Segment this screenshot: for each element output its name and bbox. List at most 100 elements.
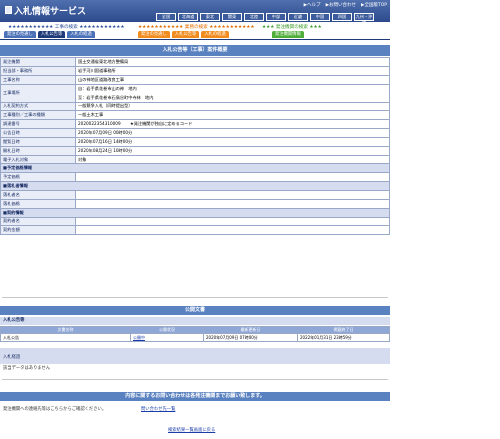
tab-construction-progress[interactable]: 入札の経過 [67,31,95,38]
section-header-contract: ■契約情報 [0,207,390,218]
table-row: 調達番号 2020022354310009 ★発注機関が独自に定めるコード [0,119,390,130]
document-status-cell: 公開中 [130,333,204,342]
field-label: 契約金額 [0,225,76,236]
field-value: 2020年07月09日 00時00分 [75,128,390,138]
tab-orderer-info[interactable]: 発注機関情報 [272,31,304,38]
table-row: 公告日時 2020年07月09日 00時00分 [0,128,390,138]
field-value: 一般競争入札（同時提出型） [75,101,390,112]
construction-tabs: 発注の見通し 入札公告等 入札の経過 [4,31,95,38]
tab-service-notices[interactable]: 入札公告等 [171,31,200,38]
table-row: 担当部・事務所 岩手河川国道事務所 [0,65,390,76]
field-value [75,225,390,236]
divider [2,379,388,380]
region-national[interactable]: 全国 [156,13,176,21]
back-to-results-link[interactable]: 検索結果一覧画面に戻る [168,427,215,433]
table-row: 電子入札対象 対象 [0,154,390,165]
field-value: 自：岩手県花巻市山の神 地内 至：岩手県花巻市石鳥谷町中寺林 地内 [75,83,390,103]
field-value: 山の神地区道路改良工事 [75,74,390,85]
contact-title: 内容に関するお問い合わせは各発注機関までお願い致します。 [0,392,390,401]
history-box [0,348,390,364]
tab-construction-outlook[interactable]: 発注の見通し [4,31,36,38]
region-hokkaido[interactable]: 北海道 [178,13,198,21]
field-label: 入札契約方式 [0,101,76,112]
field-value: 対象 [75,154,390,165]
site-logo-icon [5,6,12,14]
field-label: 公告日時 [0,128,76,138]
orderer-tabs: 発注機関情報 [272,31,304,38]
field-label: 担当部・事務所 [0,65,76,76]
construction-search-heading: ★★★★★★★★★★★ 工事の検索 ★★★★★★★★★★★ [8,25,125,30]
category-nav: ★★★★★★★★★★★ 工事の検索 ★★★★★★★★★★★ ★★★★★★★★★★… [0,22,390,39]
location-to: 至：岩手県花巻市石鳥谷町中寺林 地内 [78,94,154,100]
field-value [75,189,390,200]
table-row: 工事名称 山の神地区道路改良工事 [0,74,390,85]
field-value: 2020年08月24日 10時00分 [75,145,390,156]
site-title: 入札情報サービス [14,7,87,17]
field-label: 落札価格 [0,198,76,209]
page-title: 入札公告等（工事）案件概要 [0,45,390,56]
table-row: 入札公告 公開中 2020年07月09日 07時00分 2022年01月31日 … [0,333,390,342]
field-value [75,172,390,183]
table-row: 閲覧日時 2020年07月16日 14時00分 [0,136,390,147]
table-row: 工事場所 自：岩手県花巻市山の神 地内 至：岩手県花巻市石鳥谷町中寺林 地内 [0,83,390,103]
section-title: ■予定価格情報 [0,163,390,174]
section-title: ■契約情報 [0,207,390,218]
field-value [75,198,390,209]
contact-list-link[interactable]: 問い合わせ先一覧 [141,406,175,412]
document-end: 2022年01月31日 23時59分 [297,333,390,342]
public-docs-title: 公開文書 [0,306,390,315]
field-value: 2020022354310009 ★発注機関が独自に定めるコード [75,119,390,130]
field-label: 電子入札対象 [0,154,76,165]
column-header: 公開状況 [130,326,204,334]
region-kanto[interactable]: 関東 [222,13,242,21]
field-label: 工事名称 [0,74,76,85]
field-label: 閲覧日時 [0,136,76,147]
region-kinki[interactable]: 近畿 [288,13,308,21]
region-shikoku[interactable]: 四国 [332,13,352,21]
document-status-link[interactable]: 公開中 [133,335,145,340]
region-chugoku[interactable]: 中国 [310,13,330,21]
table-row: 工事種別／工事の種類 一般土木工事 [0,110,390,121]
field-label: 契約者名 [0,216,76,227]
field-label: 落札者名 [0,189,76,200]
contact-link[interactable]: ▶お問い合わせ [326,2,356,8]
site-header: 入札情報サービス ▶ヘルプ ▶お問い合わせ ▶全国版TOP 全国 北海道 東北 … [0,0,390,25]
field-value: 国土交通省東北地方整備局 [75,57,390,67]
field-value: 2020年07月16日 14時00分 [75,136,390,147]
document-updated: 2020年07月09日 07時00分 [203,333,298,342]
field-label: 工事種別／工事の種類 [0,110,76,121]
field-value: 岩手河川国道事務所 [75,65,390,76]
history-label: 入札経過 [3,355,21,360]
documents-table: 文書名称 公開状況 最新更新日 掲載終了日 入札公告 公開中 2020年07月0… [0,326,390,342]
procurement-note: ★発注機関が独自に定めるコード [129,121,193,127]
column-header: 文書名称 [0,326,131,334]
divider [2,297,388,298]
national-top-link[interactable]: ▶全国版TOP [361,2,387,8]
region-tohoku[interactable]: 東北 [200,13,220,21]
field-label: 発注機関 [0,57,76,67]
tab-underline [0,39,390,40]
no-data-text: 該当データはありません [3,366,51,371]
table-row: 発注機関 国土交通省東北地方整備局 [0,57,390,67]
table-row: 契約者名 [0,216,390,227]
table-row: 開札日時 2020年08月24日 10時00分 [0,145,390,156]
top-links: ▶ヘルプ ▶お問い合わせ ▶全国版TOP [304,2,387,8]
table-row: 契約金額 [0,225,390,236]
section-header-estimate: ■予定価格情報 [0,163,390,174]
region-kyushu[interactable]: 九州・沖縄 [354,13,374,25]
detail-table: 発注機関 国土交通省東北地方整備局 担当部・事務所 岩手河川国道事務所 工事名称… [0,57,390,236]
section-title: ■落札者情報 [0,181,390,191]
table-row: 入札契約方式 一般競争入札（同時提出型） [0,101,390,112]
region-nav: 全国 北海道 東北 関東 北陸 中部 近畿 中国 四国 九州・沖縄 [156,13,374,25]
tab-service-outlook[interactable]: 発注の見通し [138,31,170,38]
service-tabs: 発注の見通し 入札公告等 入札の経過 [138,31,229,38]
column-header: 最新更新日 [203,326,298,334]
region-hokuriku[interactable]: 北陸 [244,13,264,21]
region-chubu[interactable]: 中部 [266,13,286,21]
field-label: 予定価格 [0,172,76,183]
help-link[interactable]: ▶ヘルプ [304,2,321,8]
tab-service-progress[interactable]: 入札の経過 [201,31,229,38]
tab-construction-notices[interactable]: 入札公告等 [37,31,66,38]
orderer-search-heading: ★★★ 発注機関の検索 ★★★ [262,25,322,30]
service-search-heading: ★★★★★★★★★★★ 業務の検索 ★★★★★★★★★★★ [138,25,255,30]
